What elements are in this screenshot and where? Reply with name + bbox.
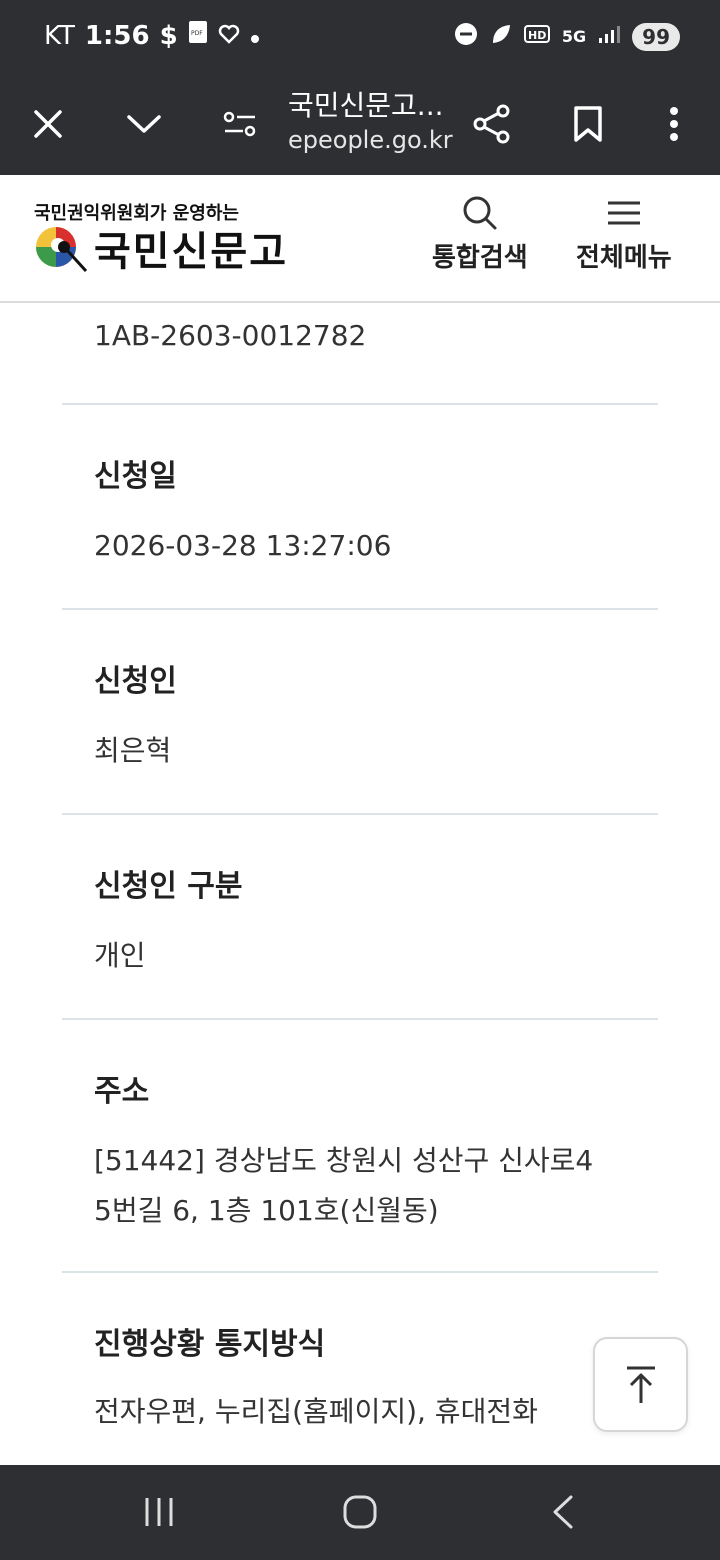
heart-icon bbox=[218, 21, 240, 51]
field-applicant-type: 신청인 구분 개인 bbox=[62, 813, 658, 1018]
scroll-to-top-button[interactable] bbox=[593, 1337, 688, 1432]
site-header: 국민권익위원회가 운영하는 국민신문고 통합검색 전체메뉴 bbox=[0, 175, 720, 303]
application-details: 1AB-2603-0012782 신청일 2026-03-28 13:27:06… bbox=[0, 303, 720, 1465]
menu-label: 전체메뉴 bbox=[576, 243, 672, 273]
bookmark-icon[interactable] bbox=[562, 98, 614, 150]
field-label: 신청인 구분 bbox=[94, 869, 243, 904]
field-applicant: 신청인 최은혁 bbox=[62, 608, 658, 813]
system-navigation-bar bbox=[0, 1465, 720, 1560]
status-bar: KT 1:56 $ PDF HD 5G 99 bbox=[0, 0, 720, 74]
site-settings-icon[interactable] bbox=[214, 98, 266, 150]
application-number: 1AB-2603-0012782 bbox=[94, 319, 367, 352]
full-menu-button[interactable]: 전체메뉴 bbox=[576, 195, 672, 274]
page-title[interactable]: 국민신문고... bbox=[288, 84, 444, 124]
hd-icon: HD bbox=[523, 24, 550, 49]
url-text[interactable]: epeople.go.kr bbox=[288, 126, 453, 154]
field-value: 2026-03-28 13:27:06 bbox=[94, 529, 392, 562]
svg-text:HD: HD bbox=[528, 29, 546, 42]
field-address: 주소 [51442] 경상남도 창원시 성산구 신사로4 5번길 6, 1층 1… bbox=[62, 1018, 658, 1271]
field-application-date: 신청일 2026-03-28 13:27:06 bbox=[62, 403, 658, 608]
chevron-down-icon[interactable] bbox=[118, 98, 170, 150]
leaf-icon bbox=[490, 23, 512, 50]
field-value-line-1: [51442] 경상남도 창원시 성산구 신사로4 bbox=[94, 1144, 594, 1177]
logo-text[interactable]: 국민신문고 bbox=[94, 219, 288, 277]
share-icon[interactable] bbox=[466, 98, 518, 150]
field-value: 개인 bbox=[94, 939, 146, 972]
search-icon bbox=[463, 196, 497, 230]
field-value: 최은혁 bbox=[94, 734, 172, 767]
dollar-icon: $ bbox=[159, 20, 178, 51]
close-icon[interactable] bbox=[22, 98, 74, 150]
hamburger-icon bbox=[607, 201, 640, 225]
recent-apps-icon[interactable] bbox=[129, 1487, 189, 1537]
battery-indicator: 99 bbox=[632, 22, 680, 51]
signal-icon bbox=[598, 24, 621, 49]
logo-icon[interactable] bbox=[32, 223, 88, 275]
search-label: 통합검색 bbox=[432, 243, 528, 273]
do-not-disturb-icon bbox=[454, 22, 478, 51]
dot-icon bbox=[250, 21, 260, 51]
svg-text:PDF: PDF bbox=[191, 30, 203, 37]
arrow-up-icon bbox=[626, 1366, 655, 1403]
pdf-icon: PDF bbox=[188, 20, 208, 51]
field-label: 신청인 bbox=[94, 664, 177, 699]
field-notification-method: 진행상황 통지방식 전자우편, 누리집(홈페이지), 휴대전화 bbox=[62, 1271, 658, 1465]
unified-search-button[interactable]: 통합검색 bbox=[432, 195, 528, 274]
field-value-line-2: 5번길 6, 1층 101호(신월동) bbox=[94, 1194, 439, 1227]
carrier-label: KT bbox=[44, 20, 75, 51]
clock: 1:56 bbox=[84, 20, 150, 51]
more-options-icon[interactable] bbox=[648, 98, 700, 150]
field-label: 신청일 bbox=[94, 459, 177, 494]
field-label: 주소 bbox=[94, 1074, 150, 1109]
field-value: 전자우편, 누리집(홈페이지), 휴대전화 bbox=[94, 1395, 538, 1428]
home-icon[interactable] bbox=[330, 1487, 390, 1537]
back-icon[interactable] bbox=[533, 1487, 593, 1537]
browser-toolbar: 국민신문고... epeople.go.kr bbox=[0, 74, 720, 175]
field-label: 진행상황 통지방식 bbox=[94, 1327, 326, 1362]
network-type-label: 5G bbox=[561, 27, 587, 46]
